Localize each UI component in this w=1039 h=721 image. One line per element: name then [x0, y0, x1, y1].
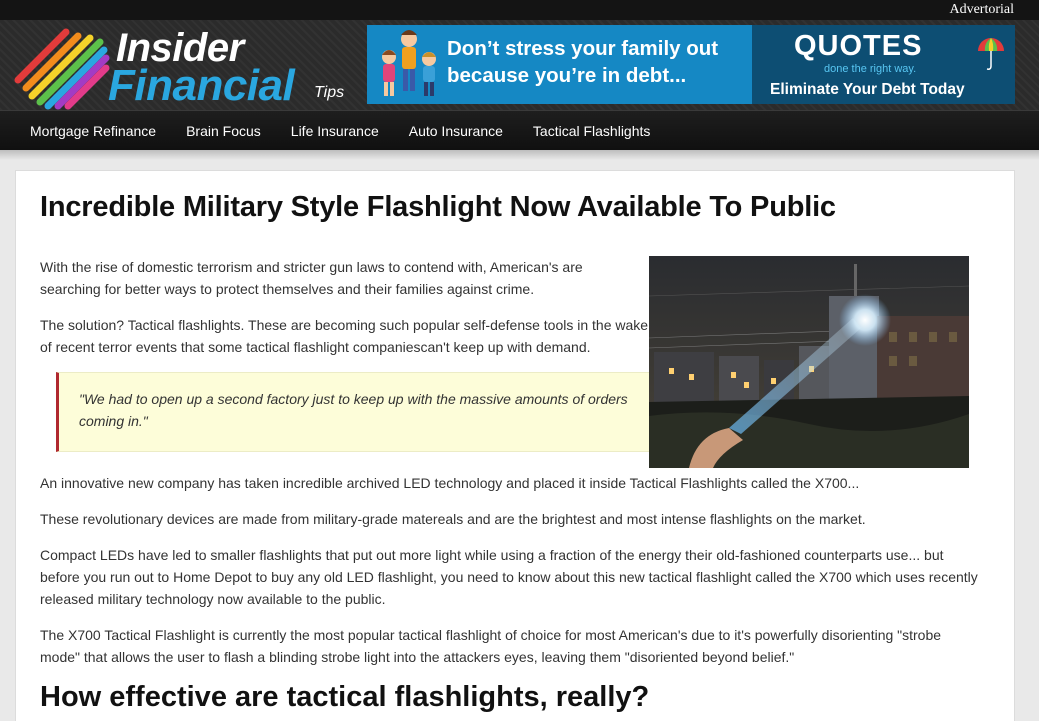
quotes-panel: QUOTES done the right way. Eliminate You… [752, 25, 1015, 104]
advertorial-label: Advertorial [949, 2, 1014, 17]
site-logo[interactable]: Insider Financial Tips [12, 22, 357, 110]
nav-item-auto-insurance[interactable]: Auto Insurance [394, 111, 518, 151]
quotes-brand: QUOTES [794, 30, 923, 62]
nav-item-life-insurance[interactable]: Life Insurance [276, 111, 394, 151]
article-paragraph-5: Compact LEDs have led to smaller flashli… [40, 547, 978, 607]
section-heading: How effective are tactical flashlights, … [40, 681, 650, 713]
debt-ad-banner[interactable]: Don’t stress your family out because you… [367, 25, 1015, 104]
nav-item-mortgage-refinance[interactable]: Mortgage Refinance [15, 111, 171, 151]
flashlight-photo [649, 256, 969, 468]
logo-text-tips: Tips [314, 84, 345, 101]
article-paragraph-2: The solution? Tactical flashlights. Thes… [40, 317, 649, 355]
article-paragraph-1: With the rise of domestic terrorism and … [40, 259, 583, 297]
article-title: Incredible Military Style Flashlight Now… [40, 191, 836, 223]
quotes-tagline: done the right way. [824, 63, 917, 75]
logo-stripes-icon [14, 28, 110, 110]
main-nav: Mortgage Refinance Brain Focus Life Insu… [0, 110, 1039, 150]
banner-message: Don’t stress your family out because you… [447, 37, 719, 87]
logo-text-financial: Financial [108, 61, 295, 110]
site-header: Insider Financial Tips Don’t stress your… [0, 20, 1039, 110]
article-paragraph-6: The X700 Tactical Flashlight is currentl… [40, 627, 942, 665]
article-paragraph-3: An innovative new company has taken incr… [40, 475, 860, 491]
top-bar: Advertorial [0, 0, 1039, 20]
family-illustration-icon [382, 30, 436, 96]
nav-item-tactical-flashlights[interactable]: Tactical Flashlights [518, 111, 666, 151]
article-container: Incredible Military Style Flashlight Now… [15, 170, 1015, 721]
pull-quote-text: "We had to open up a second factory just… [79, 391, 628, 429]
pull-quote: "We had to open up a second factory just… [56, 372, 649, 452]
nav-item-brain-focus[interactable]: Brain Focus [171, 111, 276, 151]
nav-shadow [0, 150, 1039, 160]
umbrella-icon [978, 38, 1004, 70]
eliminate-debt-cta[interactable]: Eliminate Your Debt Today [770, 81, 965, 99]
article-paragraph-4: These revolutionary devices are made fro… [40, 511, 866, 527]
